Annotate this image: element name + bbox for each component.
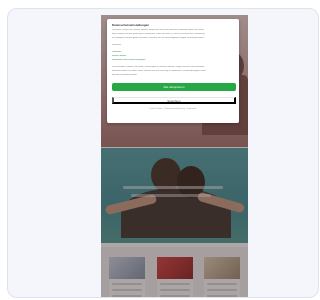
consent-link-external-media[interactable]: Externe Medien <box>112 55 234 58</box>
dialog-footer-links[interactable]: Cookie-Details · Datenschutzerklaerung ·… <box>112 108 234 111</box>
dialog-text-line: waehrend andere uns helfen, diese Websit… <box>112 70 206 72</box>
dialog-text-line: Wir verwenden Cookies und andere Technol… <box>112 66 205 68</box>
accept-all-button[interactable]: Alle akzeptieren <box>112 83 236 91</box>
website-preview: Datenschutzeinstellungen Wir nutzen Cook… <box>101 15 248 297</box>
consent-link-statistics[interactable]: Statistiken <box>112 51 234 54</box>
dialog-title: Datenschutzeinstellungen <box>112 23 150 27</box>
dialog-text-line: diese Website und Ihre Erfahrung zu verb… <box>112 33 205 35</box>
dialog-text-line: Wir nutzen Cookies auf unserer Website. … <box>112 29 205 31</box>
cookie-consent-dialog: Datenschutzeinstellungen Wir nutzen Cook… <box>107 19 239 123</box>
dialog-text-line: koennen verarbeitet werden. <box>112 74 138 76</box>
preview-frame: Datenschutzeinstellungen Wir nutzen Cook… <box>7 8 319 298</box>
save-settings-button[interactable]: Speichern <box>112 97 236 104</box>
